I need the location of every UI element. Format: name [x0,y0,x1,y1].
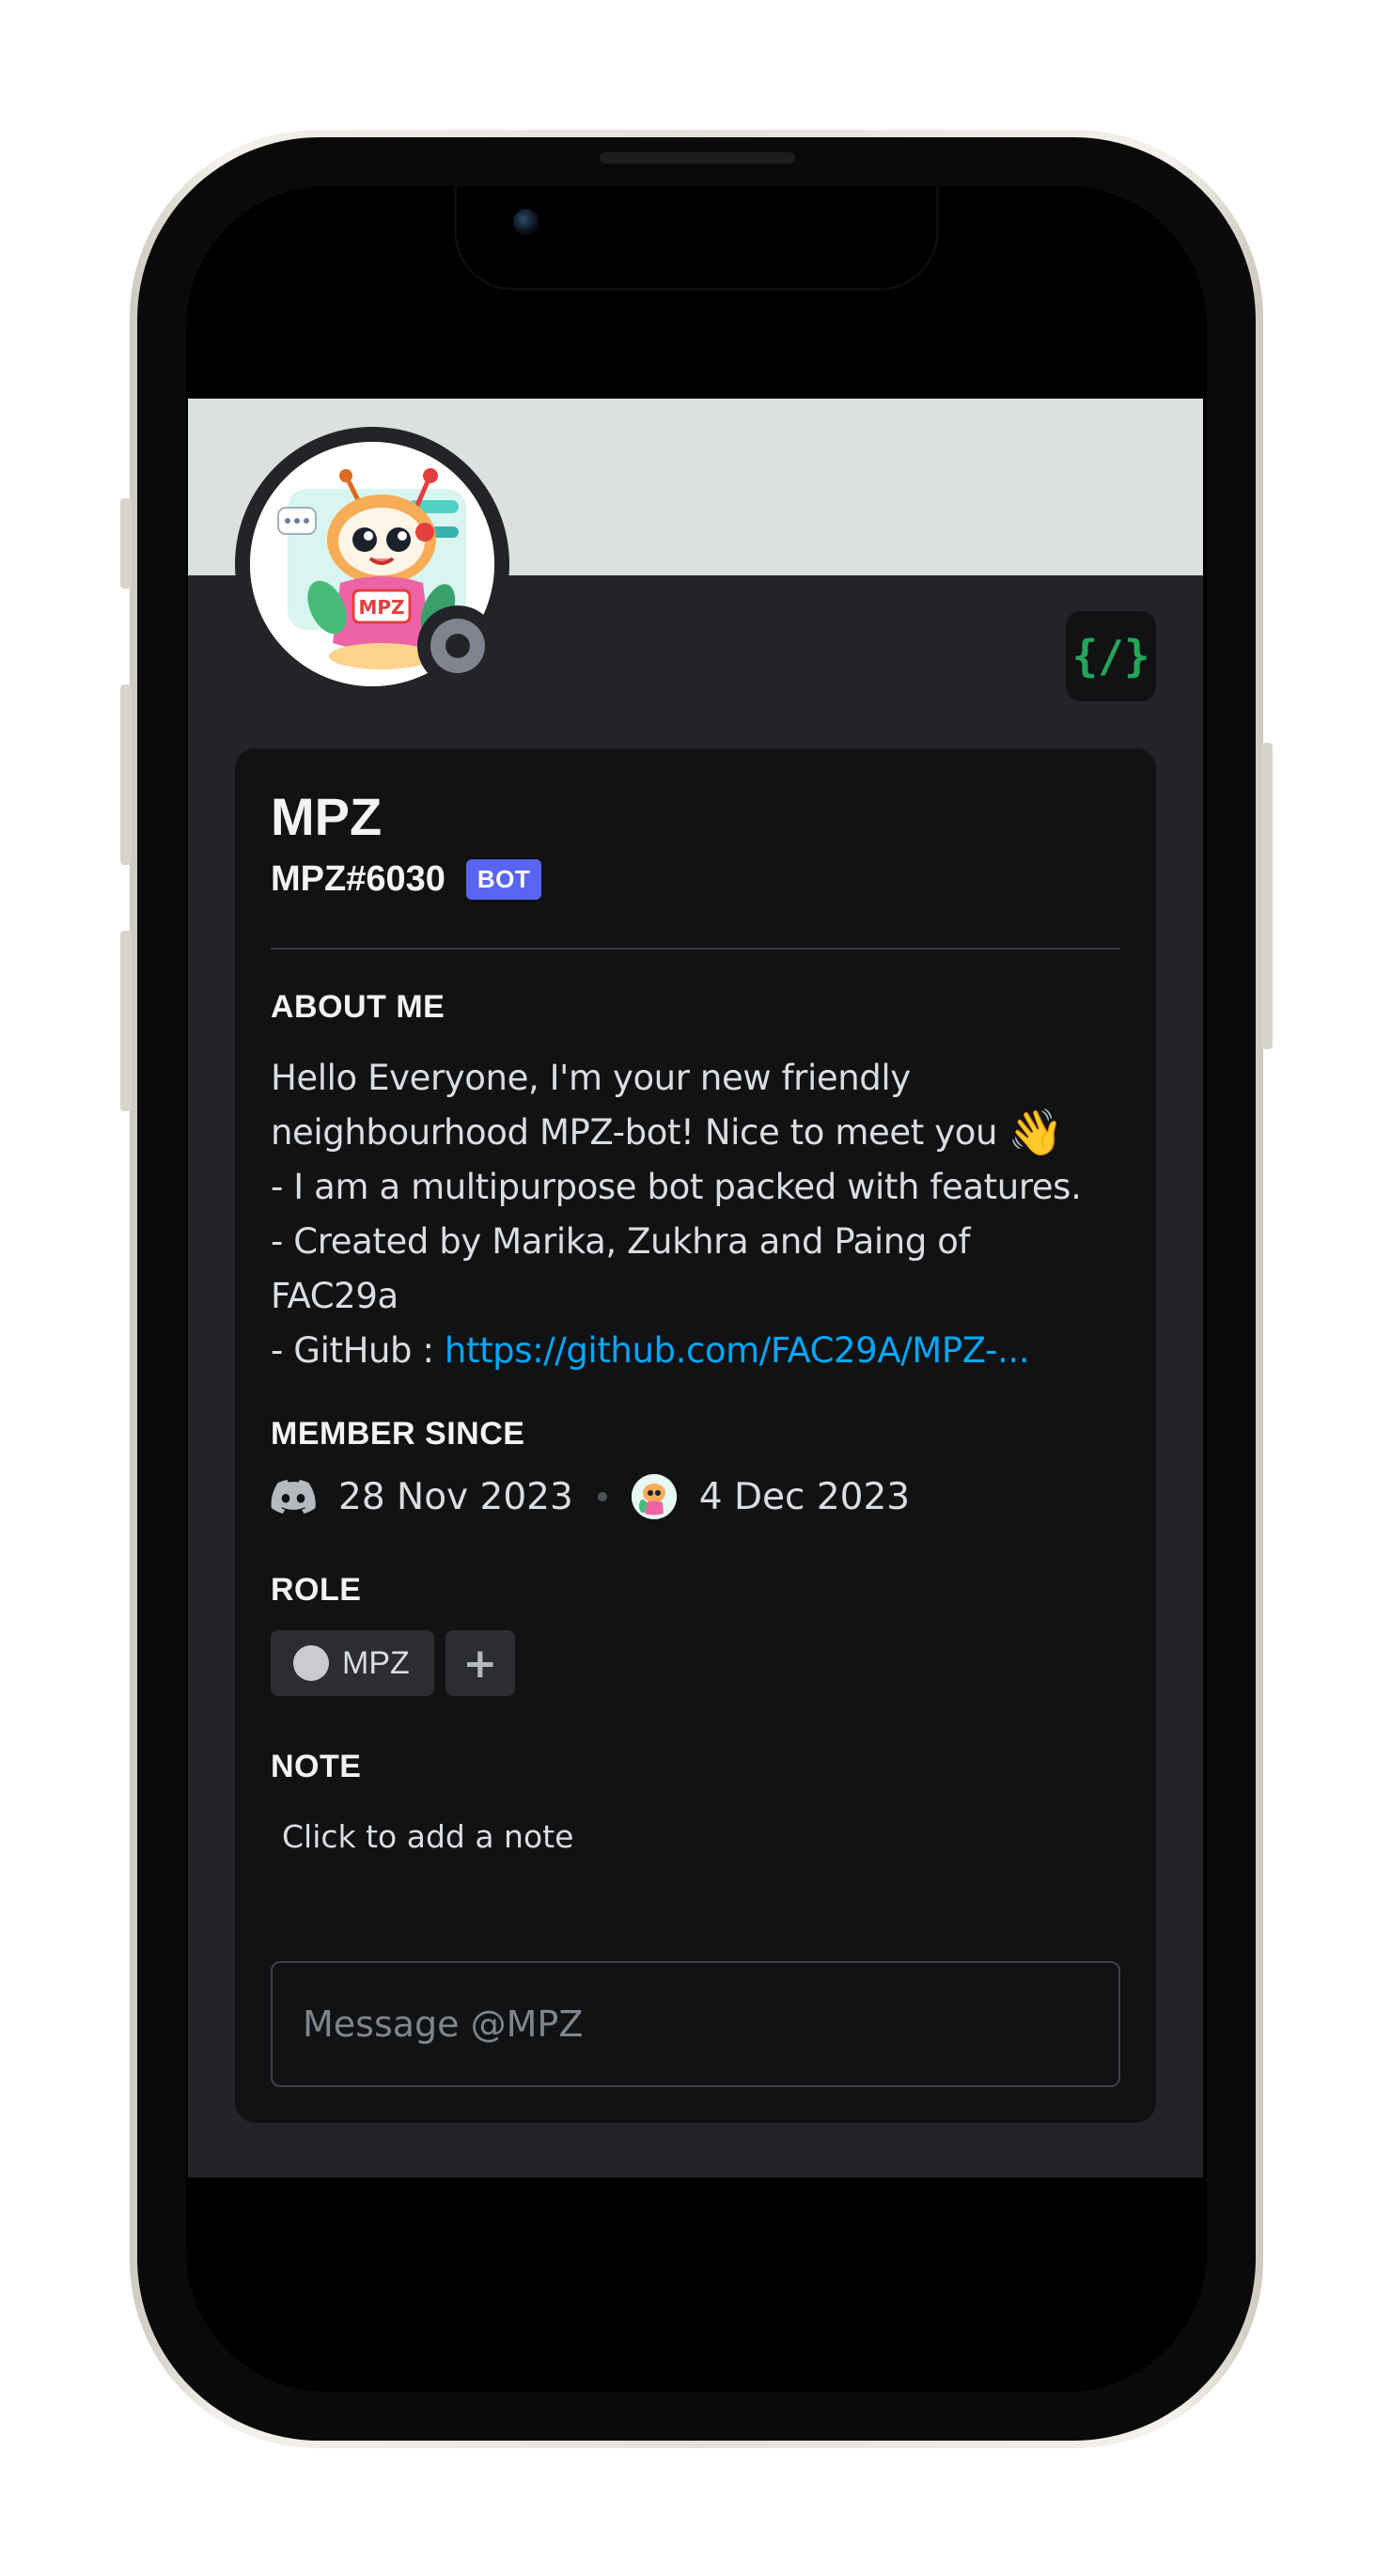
discord-join-date: 28 Nov 2023 [338,1475,573,1518]
about-me-heading: ABOUT ME [271,989,445,1025]
earpiece-speaker [600,152,795,164]
divider [271,948,1120,950]
separator-dot [597,1492,607,1501]
member-since-heading: MEMBER SINCE [271,1416,525,1452]
username-row: MPZ#6030 BOT [271,859,542,900]
about-me-text: Hello Everyone, I'm your new friendly ne… [271,1051,1135,1378]
github-link[interactable]: https://github.com/FAC29A/MPZ-... [445,1330,1030,1371]
user-profile-popout: MPZ {/} MPZ MPZ#6030 BOT ABOUT ME Hello … [188,399,1203,2177]
svg-text:MPZ: MPZ [358,596,404,619]
mute-switch [120,498,132,589]
volume-down-button [120,931,132,1111]
server-icon[interactable] [631,1474,677,1519]
username[interactable]: MPZ#6030 [271,859,445,900]
slash-commands-badge-icon[interactable]: {/} [1066,611,1156,701]
offline-status-icon [430,619,485,673]
message-input[interactable] [271,1961,1120,2087]
add-note-field[interactable]: Click to add a note [282,1818,573,1855]
power-button [1261,743,1273,1049]
about-line-2: neighbourhood MPZ-bot! Nice to meet you … [271,1106,1135,1160]
about-line-2-text: neighbourhood MPZ-bot! Nice to meet you [271,1112,997,1153]
role-name: MPZ [342,1644,410,1681]
role-pill-mpz[interactable]: MPZ [271,1630,434,1696]
profile-info-card: MPZ MPZ#6030 BOT ABOUT ME Hello Everyone… [235,748,1156,2123]
bot-tag: BOT [465,859,542,900]
discord-logo-icon[interactable] [271,1480,316,1514]
github-prefix: - GitHub : [271,1330,445,1371]
role-row: MPZ + [271,1630,515,1696]
about-line-3: - I am a multipurpose bot packed with fe… [271,1167,1082,1207]
member-since-row: 28 Nov 2023 4 Dec 2023 [271,1474,910,1519]
server-join-date: 4 Dec 2023 [698,1475,911,1518]
volume-up-button [120,684,132,865]
about-line-1: Hello Everyone, I'm your new friendly [271,1058,911,1098]
notch [457,186,936,288]
add-role-button[interactable]: + [445,1630,515,1696]
role-color-icon [293,1645,329,1681]
role-heading: ROLE [271,1572,362,1608]
waving-hand-icon: 👋 [1008,1107,1064,1159]
display-name: MPZ [271,787,383,846]
front-camera-icon [513,209,539,235]
note-heading: NOTE [271,1749,362,1784]
server-avatar-icon [631,1474,677,1519]
about-line-5: FAC29a [271,1276,399,1316]
about-line-4: - Created by Marika, Zukhra and Paing of [271,1221,971,1262]
about-line-github: - GitHub : https://github.com/FAC29A/MPZ… [271,1324,1135,1378]
